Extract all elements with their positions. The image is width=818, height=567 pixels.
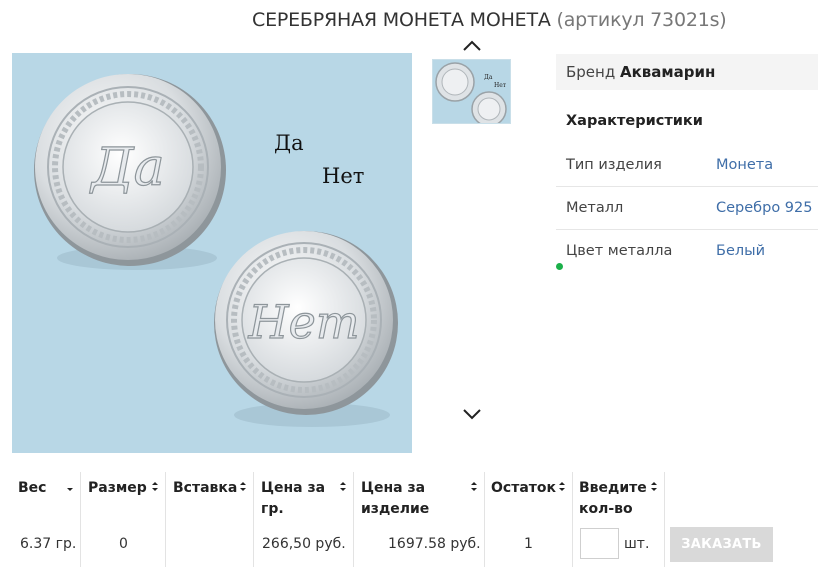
cell-price-per-item: 1697.58 руб. — [388, 536, 481, 552]
coin-yes: Да — [34, 74, 226, 266]
sort-icon[interactable] — [151, 481, 159, 493]
column-divider — [165, 472, 166, 567]
product-name: СЕРЕБРЯНАЯ МОНЕТА МОНЕТА — [252, 9, 551, 31]
chevron-down-icon[interactable] — [461, 406, 483, 422]
brand-value: Аквамарин — [620, 63, 716, 81]
sort-icon[interactable] — [339, 481, 347, 493]
thumb-label-no: Нет — [494, 82, 507, 89]
column-header-size[interactable]: Размер — [88, 478, 147, 499]
sort-icon[interactable] — [650, 481, 658, 493]
column-header-quantity: Введите кол-во — [579, 480, 647, 517]
chevron-up-icon[interactable] — [461, 38, 483, 54]
cell-stock: 1 — [524, 536, 533, 552]
svg-text:Нет: Нет — [248, 295, 360, 349]
column-header-weight[interactable]: Вес — [18, 478, 46, 499]
column-header-price-per-gram[interactable]: Цена за гр. — [261, 478, 331, 520]
product-article: (артикул 73021s) — [556, 9, 727, 31]
characteristic-row: Металл Серебро 925 — [556, 187, 818, 230]
quantity-unit: шт. — [624, 536, 650, 552]
image-label-no: Нет — [322, 164, 365, 188]
characteristic-value-link[interactable]: Серебро 925 — [716, 200, 812, 216]
characteristic-row: Цвет металла Белый — [556, 230, 818, 273]
cell-weight: 6.37 гр. — [20, 536, 77, 552]
brand-row: Бренд Аквамарин — [556, 54, 818, 90]
column-divider — [572, 472, 573, 567]
characteristics-title: Характеристики — [566, 113, 703, 129]
image-label-yes: Да — [274, 131, 304, 155]
page-title: СЕРЕБРЯНАЯ МОНЕТА МОНЕТА (артикул 73021s… — [252, 9, 727, 31]
thumb-label-yes: Да — [484, 74, 493, 81]
column-divider — [353, 472, 354, 567]
characteristic-row: Тип изделия Монета — [556, 144, 818, 187]
order-button[interactable]: ЗАКАЗАТЬ — [670, 527, 773, 562]
quantity-input[interactable] — [580, 528, 619, 559]
cell-size: 0 — [119, 536, 128, 552]
characteristic-key: Металл — [566, 200, 624, 216]
product-main-image[interactable]: Да Нет Да Нет — [12, 53, 412, 453]
characteristic-value-link[interactable]: Монета — [716, 157, 773, 173]
sort-icon[interactable] — [558, 481, 566, 493]
characteristic-key: Тип изделия — [566, 157, 662, 173]
column-divider — [664, 472, 665, 567]
svg-text:Да: Да — [89, 138, 164, 198]
characteristic-value-link[interactable]: Белый — [716, 243, 765, 259]
column-header-price-per-item[interactable]: Цена за изделие — [361, 478, 431, 520]
characteristic-key: Цвет металла — [566, 243, 673, 259]
brand-label: Бренд — [566, 63, 616, 81]
column-divider — [80, 472, 81, 567]
column-header-insert[interactable]: Вставка — [173, 478, 237, 499]
coin-no: Нет — [214, 231, 398, 415]
sort-icon[interactable] — [239, 481, 247, 493]
column-divider — [484, 472, 485, 567]
coins-picture: Да Нет — [34, 74, 398, 427]
sort-icon[interactable] — [470, 481, 478, 493]
column-header-stock[interactable]: Остаток — [491, 478, 556, 499]
column-divider — [253, 472, 254, 567]
status-dot-icon — [556, 263, 563, 270]
cell-price-per-gram: 266,50 руб. — [262, 536, 346, 552]
thumbnail-image[interactable]: Да Нет — [432, 59, 511, 124]
sort-icon[interactable] — [66, 481, 74, 493]
